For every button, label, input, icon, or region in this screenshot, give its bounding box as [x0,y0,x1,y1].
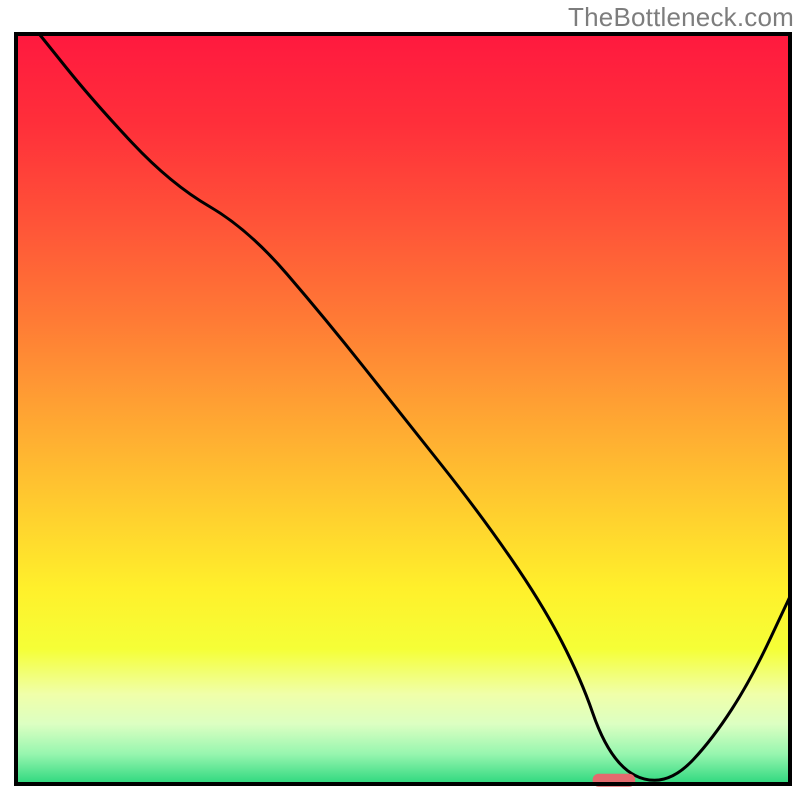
chart-stage: TheBottleneck.com [0,0,800,800]
gradient-background [16,34,790,784]
bottleneck-chart [0,0,800,800]
